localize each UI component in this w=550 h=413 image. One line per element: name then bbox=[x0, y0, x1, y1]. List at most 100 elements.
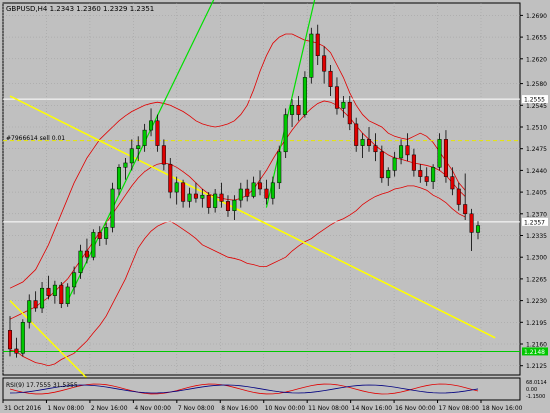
x-tick-label: 2 Nov 16:00 bbox=[91, 405, 128, 412]
candle-bear bbox=[315, 33, 320, 56]
candle-bull bbox=[437, 139, 442, 168]
x-tick-label: 14 Nov 16:00 bbox=[352, 405, 393, 412]
y-tick-label: 1.2335 bbox=[526, 233, 547, 240]
candle-bear bbox=[443, 139, 448, 177]
candle-bear bbox=[7, 330, 13, 350]
candle-bear bbox=[354, 123, 359, 146]
y-tick-label: 1.2580 bbox=[526, 81, 547, 88]
candle-bear bbox=[469, 213, 474, 233]
candle-bear bbox=[456, 188, 461, 205]
indicator-label: RSI(9) 17.7555 31.5355 bbox=[6, 382, 78, 389]
candle-bull bbox=[104, 227, 109, 239]
candle-bull bbox=[20, 322, 25, 354]
candle-bear bbox=[405, 145, 410, 156]
candle-bear bbox=[225, 201, 230, 211]
candle-bear bbox=[296, 105, 301, 115]
candle-bull bbox=[251, 182, 256, 197]
x-tick-label: 10 Nov 00:00 bbox=[265, 405, 306, 412]
candle-bear bbox=[155, 120, 160, 146]
candle-bear bbox=[97, 232, 102, 239]
y-tick-label: 1.2230 bbox=[526, 298, 547, 305]
candle-bull bbox=[72, 272, 77, 288]
x-tick-label: 11 Nov 08:00 bbox=[308, 405, 349, 412]
x-tick-label: 8 Nov 16:00 bbox=[221, 405, 258, 412]
sub-tick-label: 0.00 bbox=[526, 387, 537, 393]
x-tick-label: 18 Nov 16:00 bbox=[482, 405, 523, 412]
x-tick-label: 17 Nov 08:00 bbox=[439, 405, 480, 412]
candle-bull bbox=[91, 232, 96, 258]
candle-bear bbox=[367, 139, 372, 146]
candle-bull bbox=[399, 145, 404, 159]
candle-bull bbox=[213, 193, 218, 208]
candle-bull bbox=[309, 33, 314, 78]
candle-bear bbox=[418, 170, 423, 177]
candle-bull bbox=[238, 188, 243, 201]
candle-bear bbox=[258, 182, 263, 190]
candle-bull bbox=[129, 148, 134, 164]
candle-bull bbox=[142, 129, 147, 146]
candle-bear bbox=[334, 86, 339, 109]
candle-bear bbox=[322, 55, 327, 72]
candle-bull bbox=[110, 188, 115, 228]
candle-bear bbox=[46, 287, 51, 296]
candle-bull bbox=[40, 287, 45, 309]
candle-bull bbox=[290, 105, 295, 115]
candle-bear bbox=[264, 188, 269, 199]
price-tag-label: 1.2357 bbox=[524, 219, 545, 226]
candle-bull bbox=[475, 225, 481, 233]
candle-bear bbox=[33, 300, 38, 309]
candle-bull bbox=[149, 120, 154, 131]
y-tick-label: 1.2545 bbox=[526, 103, 547, 110]
candle-bull bbox=[431, 167, 436, 182]
candle-bear bbox=[161, 145, 166, 165]
y-tick-label: 1.2620 bbox=[526, 56, 547, 63]
candle-bear bbox=[450, 176, 455, 190]
candle-bull bbox=[116, 167, 121, 190]
y-tick-label: 1.2690 bbox=[526, 13, 547, 20]
price-tag-label: 1.2148 bbox=[524, 349, 545, 356]
candle-bull bbox=[65, 286, 70, 304]
y-tick-label: 1.2440 bbox=[526, 168, 547, 175]
y-tick-label: 1.2195 bbox=[526, 320, 547, 327]
y-tick-label: 1.2265 bbox=[526, 276, 547, 283]
candle-bull bbox=[174, 182, 179, 193]
candle-bull bbox=[123, 162, 128, 168]
order-label: #7966614 sell 0.01 bbox=[6, 135, 65, 142]
candle-bull bbox=[27, 300, 32, 323]
candle-bull bbox=[277, 151, 282, 184]
x-tick-label: 16 Nov 00:00 bbox=[395, 405, 436, 412]
candle-bull bbox=[136, 145, 141, 149]
candle-bear bbox=[328, 70, 333, 87]
y-tick-label: 1.2510 bbox=[526, 125, 547, 132]
candle-bear bbox=[219, 193, 224, 202]
candle-bull bbox=[302, 77, 307, 115]
candle-bull bbox=[360, 139, 365, 146]
candle-bull bbox=[52, 284, 57, 296]
x-tick-label: 1 Nov 08:00 bbox=[47, 405, 84, 412]
candle-bull bbox=[392, 157, 397, 171]
candle-bear bbox=[59, 284, 64, 304]
candle-bull bbox=[270, 182, 275, 199]
candle-bear bbox=[373, 145, 378, 153]
candle-bear bbox=[168, 163, 173, 193]
candle-bear bbox=[245, 188, 250, 197]
candle-bull bbox=[200, 194, 205, 199]
y-tick-label: 1.2125 bbox=[526, 363, 547, 370]
x-tick-label: 7 Nov 08:00 bbox=[178, 405, 215, 412]
y-tick-label: 1.2655 bbox=[526, 35, 547, 42]
candle-bear bbox=[84, 250, 89, 258]
sub-tick-label: -1.1500 bbox=[526, 394, 545, 400]
x-tick-label: 4 Nov 00:00 bbox=[134, 405, 171, 412]
time-axis: 31 Oct 2016 1 Nov 08:00 2 Nov 16:00 4 Nov 0… bbox=[2, 400, 523, 412]
candle-bear bbox=[379, 151, 384, 179]
candle-bull bbox=[386, 170, 391, 179]
y-tick-label: 1.2370 bbox=[526, 211, 547, 218]
candle-bear bbox=[193, 193, 198, 199]
y-tick-label: 1.2300 bbox=[526, 255, 547, 262]
candle-bear bbox=[463, 204, 468, 215]
candle-bear bbox=[206, 194, 211, 208]
candle-bear bbox=[14, 348, 19, 354]
symbol-label: GBPUSD,H4 1.2343 1.2360 1.2329 1.2351 bbox=[6, 5, 154, 13]
candle-bull bbox=[283, 114, 288, 153]
candle-bull bbox=[232, 199, 237, 211]
